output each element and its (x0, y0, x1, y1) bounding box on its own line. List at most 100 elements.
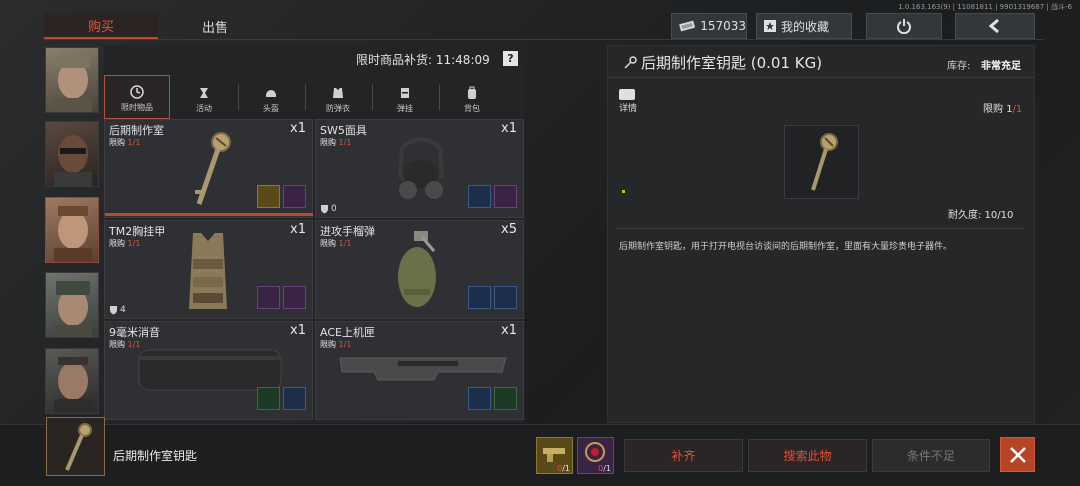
help-button[interactable]: ? (503, 51, 518, 66)
detail-title: 后期制作室钥匙 (0.01 KG) (623, 52, 822, 73)
power-button[interactable] (866, 13, 942, 39)
key-icon (624, 55, 637, 69)
item-limit: 限购 1/1 (109, 239, 141, 248)
required-item-slot[interactable] (283, 185, 306, 208)
trader-portrait-1[interactable] (45, 47, 99, 113)
helmet-icon (266, 90, 276, 97)
item-preview (784, 125, 859, 199)
item-qty: x1 (290, 121, 306, 136)
clock-icon (130, 85, 144, 99)
trader-portrait-5[interactable] (45, 348, 99, 414)
close-icon (1009, 446, 1026, 463)
item-name: 后期制作室 (109, 124, 164, 137)
item-card[interactable]: SW5面具 限购 1/1 x1 0 (315, 119, 524, 218)
shield-icon (321, 205, 328, 214)
item-limit: 限购 1/1 (320, 138, 352, 147)
detail-panel (607, 45, 1035, 423)
item-name: ACE上机匣 (320, 326, 375, 339)
item-card[interactable]: 进攻手榴弹 限购 1/1 x5 (315, 220, 524, 319)
trader-avatar-icon (54, 206, 92, 262)
required-item-slot[interactable] (257, 387, 280, 410)
item-limit: 限购 1/1 (320, 239, 352, 248)
required-item-slot[interactable] (257, 286, 280, 309)
selected-item-name: 后期制作室钥匙 (113, 449, 198, 463)
armor-indicator: 4 (109, 305, 126, 315)
status-dot (622, 190, 625, 193)
tab-sell[interactable]: 出售 (158, 13, 272, 39)
item-name: 进攻手榴弹 (320, 225, 375, 238)
item-card[interactable]: 后期制作室 限购 1/1 x1 (104, 119, 313, 218)
restock-timer: 限时商品补货: 11:48:09 (356, 53, 490, 67)
category-rig[interactable]: 弹挂 (372, 75, 438, 119)
required-item-slot[interactable] (494, 185, 517, 208)
category-bar: 限时物品 活动 头盔 防弹衣 弹挂 背包 (104, 75, 525, 119)
required-count: 0/1 (598, 464, 611, 473)
trader-portrait-3[interactable] (45, 197, 99, 263)
item-card[interactable]: 9毫米消音 限购 1/1 x1 (104, 321, 313, 420)
item-card[interactable]: TM2胸挂甲 限购 1/1 x1 4 (104, 220, 313, 319)
currency-display: 157033 (671, 13, 747, 39)
stock-label: 库存: (947, 61, 971, 72)
armor-indicator: 0 (320, 204, 337, 214)
trader-avatar-icon (54, 357, 92, 413)
category-label: 头盔 (263, 104, 279, 113)
trader-avatar-icon (54, 56, 92, 112)
insufficient-button[interactable]: 条件不足 (872, 439, 990, 472)
item-description: 后期制作室钥匙，用于打开电视台访谈间的后期制作室，里面有大量珍贵电子器件。 (619, 242, 953, 252)
search-item-button[interactable]: 搜索此物 (748, 439, 867, 472)
required-item-1[interactable]: 0/1 (536, 437, 573, 474)
close-button[interactable] (1000, 437, 1035, 472)
required-item-slot[interactable] (468, 387, 491, 410)
details-label[interactable]: 详情 (619, 101, 637, 114)
category-backpack[interactable]: 背包 (439, 75, 505, 119)
trader-avatar-icon (54, 281, 92, 337)
required-item-slot[interactable] (283, 387, 306, 410)
purchase-limit: 限购 1/1 (983, 104, 1023, 115)
item-qty: x1 (290, 222, 306, 237)
category-label: 活动 (196, 104, 212, 113)
item-qty: x1 (501, 323, 517, 338)
category-limited[interactable]: 限时物品 (104, 75, 170, 119)
rig-icon (401, 88, 409, 98)
item-name: SW5面具 (320, 124, 367, 137)
category-event[interactable]: 活动 (171, 75, 237, 119)
gas-mask-icon (397, 137, 445, 199)
back-arrow-icon (988, 18, 999, 34)
required-item-slot[interactable] (494, 286, 517, 309)
key-icon (195, 132, 231, 205)
divider (616, 228, 1024, 229)
star-badge-icon (764, 20, 776, 32)
favorites-label: 我的收藏 (781, 19, 830, 34)
backpack-icon (468, 86, 476, 99)
required-item-slot[interactable] (494, 387, 517, 410)
required-item-slot[interactable] (468, 185, 491, 208)
build-info: 1.0.163.163(9) | 11081811 | 9901319687 |… (898, 3, 1072, 11)
required-item-slot[interactable] (468, 286, 491, 309)
trader-portrait-2[interactable] (45, 121, 99, 187)
favorites-button[interactable]: 我的收藏 (756, 13, 852, 39)
required-item-slot[interactable] (257, 185, 280, 208)
selected-indicator (105, 213, 313, 216)
category-vest[interactable]: 防弹衣 (305, 75, 371, 119)
details-icon[interactable] (619, 89, 635, 100)
category-helmet[interactable]: 头盔 (238, 75, 304, 119)
item-card[interactable]: ACE上机匣 限购 1/1 x1 (315, 321, 524, 420)
vest-icon (333, 88, 343, 98)
item-qty: x1 (290, 323, 306, 338)
item-limit: 限购 1/1 (109, 138, 141, 147)
trader-portrait-4[interactable] (45, 272, 99, 338)
required-count: 0/1 (557, 464, 570, 473)
divider (44, 39, 1044, 40)
back-button[interactable] (955, 13, 1035, 39)
required-item-slot[interactable] (283, 286, 306, 309)
power-icon (897, 19, 911, 34)
required-item-2[interactable]: 0/1 (577, 437, 614, 474)
divider (608, 77, 1034, 78)
item-qty: x5 (501, 222, 517, 237)
selected-item-icon (46, 417, 105, 476)
fill-button[interactable]: 补齐 (624, 439, 743, 472)
item-limit: 限购 1/1 (320, 340, 352, 349)
category-label: 弹挂 (397, 104, 413, 113)
tab-buy[interactable]: 购买 (44, 13, 158, 39)
item-qty: x1 (501, 121, 517, 136)
